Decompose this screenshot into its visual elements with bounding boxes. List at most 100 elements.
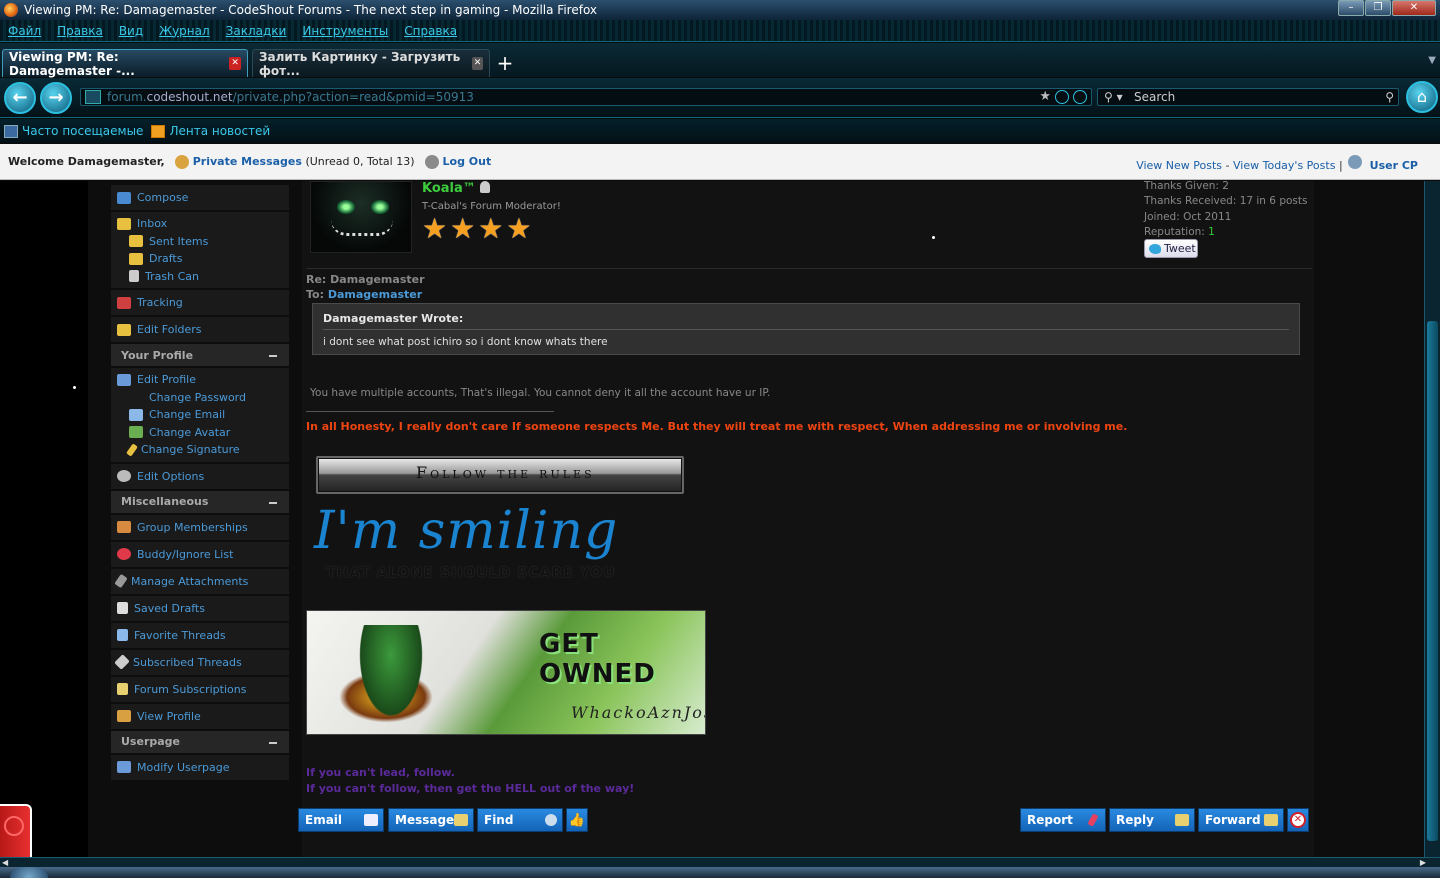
sidebar-item-subscribed-threads[interactable]: Subscribed Threads xyxy=(111,649,289,677)
private-messages-link[interactable]: Private Messages xyxy=(193,155,302,168)
sidebar-item-sent[interactable]: Sent Items xyxy=(117,234,208,250)
menu-view[interactable]: Вид xyxy=(119,24,143,38)
sidebar-item-trash[interactable]: Trash Can xyxy=(117,269,199,285)
search-engine-icon[interactable]: ⚲ ▾ xyxy=(1104,89,1123,105)
twitter-bird-icon xyxy=(1149,243,1161,254)
email-icon xyxy=(129,408,143,421)
side-badge-tab[interactable]: 37 xyxy=(0,804,32,857)
avatar[interactable] xyxy=(310,181,412,253)
window-controls: – ❐ ✕ xyxy=(1338,0,1436,16)
sidebar-section-userpage[interactable]: Userpage xyxy=(111,730,289,755)
sidebar-section-your-profile[interactable]: Your Profile xyxy=(111,344,289,368)
close-tab-icon[interactable]: ✕ xyxy=(472,57,483,70)
view-new-posts-link[interactable]: View New Posts xyxy=(1136,159,1222,172)
sidebar-item-drafts[interactable]: Drafts xyxy=(117,251,182,267)
view-todays-posts-link[interactable]: View Today's Posts xyxy=(1233,159,1335,172)
bookmark-most-visited[interactable]: Часто посещаемые xyxy=(4,124,143,138)
search-bar[interactable]: ⚲ ▾ Search ⚲ xyxy=(1097,88,1399,106)
new-tab-button[interactable]: + xyxy=(494,52,516,74)
close-tab-icon[interactable]: ✕ xyxy=(229,57,241,70)
minimize-button[interactable]: – xyxy=(1338,0,1364,16)
back-button[interactable]: ← xyxy=(4,82,36,114)
menu-help[interactable]: Справка xyxy=(404,24,457,38)
sidebar-item-buddy-list[interactable]: Buddy/Ignore List xyxy=(111,541,289,569)
tweet-button[interactable]: Tweet xyxy=(1144,239,1198,258)
site-identity-icon[interactable] xyxy=(85,90,101,104)
sidebar-item-inbox[interactable]: Inbox xyxy=(117,216,167,232)
reply-button[interactable]: Reply xyxy=(1109,808,1195,832)
thanks-button[interactable]: 👍 xyxy=(566,808,588,832)
purple-line-1: If you can't lead, follow. xyxy=(306,766,455,779)
signature-red-line: In all Honesty, I really don't care If s… xyxy=(306,420,1128,433)
email-button[interactable]: Email xyxy=(298,808,384,832)
forward-button[interactable]: Forward xyxy=(1198,808,1284,832)
report-button[interactable]: Report xyxy=(1020,808,1106,832)
go-icon[interactable] xyxy=(1073,90,1087,104)
bookmark-news-feed[interactable]: Лента новостей xyxy=(151,124,270,138)
sidebar-item-change-signature[interactable]: Change Signature xyxy=(117,442,240,458)
user-cp-link[interactable]: User CP xyxy=(1370,159,1418,172)
menu-bookmarks[interactable]: Закладки xyxy=(226,24,287,38)
vertical-scrollbar[interactable] xyxy=(1424,181,1440,857)
search-icon[interactable]: ⚲ xyxy=(1385,89,1394,105)
sidebar-item-change-password[interactable]: Change Password xyxy=(117,390,246,406)
bookmark-star-icon[interactable]: ★ xyxy=(1039,89,1051,104)
sidebar-item-change-email[interactable]: Change Email xyxy=(117,407,225,423)
sidebar-item-edit-options[interactable]: Edit Options xyxy=(111,463,289,491)
message-subject-block: Re: Damagemaster To: Damagemaster xyxy=(306,272,425,302)
sidebar-item-saved-drafts[interactable]: Saved Drafts xyxy=(111,595,289,623)
sidebar-item-compose[interactable]: Compose xyxy=(111,185,289,212)
menu-bar: Файл Правка Вид Журнал Закладки Инструме… xyxy=(0,20,1440,42)
sidebar-item-edit-profile[interactable]: Edit Profile xyxy=(117,372,196,388)
maximize-button[interactable]: ❐ xyxy=(1365,0,1391,16)
scroll-left-arrow-icon[interactable]: ◀ xyxy=(2,858,8,867)
sidebar-item-manage-attachments[interactable]: Manage Attachments xyxy=(111,568,289,596)
message-button[interactable]: Message xyxy=(388,808,474,832)
sidebar-item-view-profile[interactable]: View Profile xyxy=(111,703,289,731)
author-name[interactable]: Koala™ xyxy=(422,181,490,196)
url-domain: codeshout.net xyxy=(146,90,233,104)
forward-button[interactable]: → xyxy=(40,82,72,114)
recipient-link[interactable]: Damagemaster xyxy=(328,288,422,301)
sidebar-item-tracking[interactable]: Tracking xyxy=(111,290,289,317)
logout-link[interactable]: Log Out xyxy=(443,155,492,168)
url-bar[interactable]: forum. codeshout.net/private.php?action=r… xyxy=(80,88,1092,106)
sidebar-item-edit-folders[interactable]: Edit Folders xyxy=(111,317,289,344)
menu-history[interactable]: Журнал xyxy=(159,24,210,38)
sidebar-item-modify-userpage[interactable]: Modify Userpage xyxy=(111,754,289,782)
reputation-value[interactable]: 1 xyxy=(1208,226,1215,238)
find-icon xyxy=(545,814,557,826)
reload-icon[interactable] xyxy=(1055,90,1069,104)
horizontal-scrollbar[interactable]: ◀ ▶ xyxy=(0,857,1440,867)
purple-line-2: If you can't follow, then get the HELL o… xyxy=(306,782,635,795)
find-button[interactable]: Find xyxy=(477,808,563,832)
scroll-right-arrow-icon[interactable]: ▶ xyxy=(1420,858,1426,867)
menu-file[interactable]: Файл xyxy=(8,24,41,38)
start-button[interactable] xyxy=(10,867,48,878)
sidebar-item-favorite-threads[interactable]: Favorite Threads xyxy=(111,622,289,650)
email-icon xyxy=(364,814,378,826)
tab-viewing-pm[interactable]: Viewing PM: Re: Damagemaster -... ✕ xyxy=(2,49,248,78)
sidebar-item-group-memberships[interactable]: Group Memberships xyxy=(111,514,289,542)
scrollbar-thumb[interactable] xyxy=(1427,321,1438,841)
collapse-icon[interactable] xyxy=(269,741,277,744)
message-subject: Re: Damagemaster xyxy=(306,273,425,286)
gear-icon xyxy=(117,470,131,482)
message-recipient: To: Damagemaster xyxy=(306,288,423,301)
smiling-big-text: I'm smiling xyxy=(314,501,619,561)
sidebar-section-miscellaneous[interactable]: Miscellaneous xyxy=(111,490,289,515)
tab-upload-image[interactable]: Залить Картинку - Загрузить фот... ✕ xyxy=(252,49,490,78)
close-window-button[interactable]: ✕ xyxy=(1392,0,1436,16)
collapse-icon[interactable] xyxy=(269,501,277,504)
tab-list-arrow-icon[interactable]: ▼ xyxy=(1428,55,1436,66)
home-button[interactable]: ⌂ xyxy=(1406,81,1438,113)
sidebar-item-forum-subscriptions[interactable]: Forum Subscriptions xyxy=(111,676,289,704)
menu-tools[interactable]: Инструменты xyxy=(302,24,388,38)
delete-button[interactable]: ✕ xyxy=(1287,808,1309,832)
collapse-icon[interactable] xyxy=(269,355,277,357)
menu-edit[interactable]: Правка xyxy=(57,24,103,38)
sidebar-item-change-avatar[interactable]: Change Avatar xyxy=(117,425,230,441)
smiling-small-text: THAT ALONE SHOULD SCARE YOU xyxy=(326,565,616,581)
link-separator: - xyxy=(1225,159,1230,172)
get-owned-banner: GET OWNED WhackoAznJo3 xyxy=(306,610,706,735)
